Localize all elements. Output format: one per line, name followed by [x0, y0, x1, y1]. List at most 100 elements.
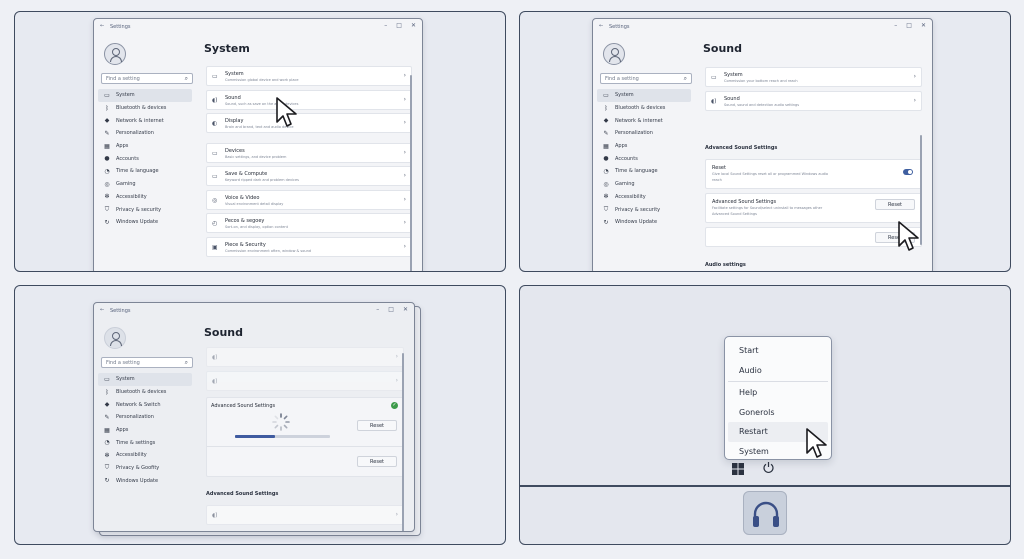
sidebar-item-personalization[interactable]: ✎ Personalization — [98, 411, 192, 424]
settings-card-system[interactable]: ▭ System Commission global device and work… — [206, 66, 412, 86]
settings-card-sound[interactable]: ◖) Sound Sound, such as save on the audio … — [206, 89, 412, 110]
settings-card-pecos-segoey[interactable]: ◴ Pecos & segoey Sort-on, and display, opt… — [206, 213, 412, 233]
sidebar-item-windows-update[interactable]: ↻ Windows Update — [98, 216, 192, 229]
accounts-icon: ● — [603, 155, 609, 163]
settings-card-devices[interactable]: ▭ Devices Basic settings, and device probl… — [206, 142, 412, 163]
windows-start-icon[interactable] — [732, 463, 744, 478]
sidebar-item-system[interactable]: ▭ System — [597, 89, 691, 102]
card-title: Sound — [225, 94, 241, 101]
sidebar-item-apps[interactable]: ▦ Apps — [597, 140, 691, 153]
sidebar-item-time-settings[interactable]: ◔ Time & settings — [98, 436, 192, 449]
settings-card-voice-video[interactable]: ◎ Voice & Video Visual environment detail … — [206, 189, 412, 210]
taskbar-divider — [520, 485, 1010, 487]
sidebar-item-gaming[interactable]: ◎ Gaming — [98, 178, 192, 191]
sidebar-item-network-internet[interactable]: ◆ Network & internet — [98, 114, 192, 127]
settings-card-display[interactable]: ◐ Display Brain and brand, text and audio … — [206, 113, 412, 133]
sidebar-item-system[interactable]: ▭ System — [98, 373, 192, 386]
back-arrow-icon[interactable]: ← — [599, 23, 603, 29]
sidebar-item-privacy-goofity[interactable]: ⛉ Privacy & Goofity — [98, 462, 192, 475]
sidebar-item-personalization[interactable]: ✎ Personalization — [98, 127, 192, 140]
chevron-right-icon: › — [403, 172, 406, 179]
power-icon[interactable] — [762, 461, 775, 477]
menu-item-gonerols[interactable]: Gonerols — [728, 403, 828, 423]
sidebar-nav: ▭ System ᛒ Bluetooth & devices ◆ Network & Sw… — [98, 373, 192, 487]
toggle-switch[interactable] — [903, 169, 913, 175]
sidebar-item-bluetooth-devices[interactable]: ᛒ Bluetooth & devices — [597, 102, 691, 115]
sidebar-item-personalization[interactable]: ✎ Personalization — [597, 127, 691, 140]
title-bar: ← Settings – □ ✕ — [94, 303, 414, 319]
search-input[interactable]: Find a setting ⌕ — [101, 73, 193, 84]
back-arrow-icon[interactable]: ← — [100, 23, 104, 29]
network-switch-icon: ◆ — [104, 401, 110, 409]
menu-item-help[interactable]: Help — [728, 383, 828, 403]
system-icon: ▭ — [711, 74, 717, 81]
accessibility-icon: ✻ — [104, 193, 110, 201]
settings-card-system[interactable]: ▭ System Commission your bottom reach and … — [705, 67, 922, 87]
sidebar-item-bluetooth-devices[interactable]: ᛒ Bluetooth & devices — [98, 102, 192, 115]
menu-item-audio[interactable]: Audio — [728, 361, 828, 381]
sidebar: Find a setting ⌕ ▭ System ᛒ Bluetooth & devi… — [94, 319, 196, 531]
sidebar-item-time-language[interactable]: ◔ Time & language — [98, 165, 192, 178]
card-subtitle: Keyword ripped dark and problem devices — [225, 178, 299, 182]
sidebar-item-network-switch[interactable]: ◆ Network & Switch — [98, 398, 192, 411]
settings-card-piece-security[interactable]: ▣ Piece & Security Commission environment … — [206, 236, 412, 257]
reset-button[interactable]: Reset — [357, 420, 397, 431]
search-icon: ⌕ — [184, 359, 188, 366]
settings-card-sound[interactable]: ◖) Sound Sound, sound and detection audio … — [705, 91, 922, 111]
sidebar-item-accounts[interactable]: ● Accounts — [98, 152, 192, 165]
maximize-icon[interactable]: □ — [396, 22, 402, 29]
sound-icon: ◖) — [212, 96, 218, 104]
chevron-right-icon: › — [403, 195, 406, 203]
search-input[interactable]: Find a setting ⌕ — [101, 357, 193, 368]
reset-button[interactable]: Reset — [875, 199, 915, 210]
sidebar-item-bluetooth-devices[interactable]: ᛒ Bluetooth & devices — [98, 386, 192, 399]
panel-sound-settings: ← Settings – □ ✕ Find a setting ⌕ ▭ System ᛒ B… — [519, 11, 1011, 272]
sidebar-item-gaming[interactable]: ◎ Gaming — [597, 178, 691, 191]
scrollbar[interactable] — [402, 353, 404, 531]
close-icon[interactable]: ✕ — [411, 22, 416, 29]
search-input[interactable]: Find a setting ⌕ — [600, 73, 692, 84]
minimize-icon[interactable]: – — [894, 22, 897, 29]
sidebar-item-system[interactable]: ▭ System — [98, 89, 192, 102]
avatar[interactable] — [104, 43, 126, 65]
faded-card: ◖) › — [206, 371, 404, 391]
window-title: Settings — [609, 24, 630, 30]
menu-item-start[interactable]: Start — [728, 341, 828, 361]
sidebar-item-network-internet[interactable]: ◆ Network & internet — [597, 114, 691, 127]
maximize-icon[interactable]: □ — [906, 22, 912, 29]
sidebar-item-windows-update[interactable]: ↻ Windows Update — [597, 216, 691, 229]
reset-toggle-card[interactable]: Reset Give local Sound Settings reset al… — [705, 159, 922, 189]
avatar[interactable] — [104, 327, 126, 349]
sidebar-item-accounts[interactable]: ● Accounts — [597, 152, 691, 165]
chevron-right-icon: › — [403, 119, 406, 126]
minimize-icon[interactable]: – — [384, 22, 387, 29]
reset-button-2[interactable]: Reset — [357, 456, 397, 467]
main-content: System ▭ System Commission global device a… — [202, 35, 414, 271]
privacy-goofity-icon: ⛉ — [104, 464, 110, 472]
sidebar-item-accessibility[interactable]: ✻ Accessibility — [597, 191, 691, 204]
minimize-icon[interactable]: – — [376, 306, 379, 313]
avatar[interactable] — [603, 43, 625, 65]
sidebar-item-apps[interactable]: ▦ Apps — [98, 424, 192, 437]
back-arrow-icon[interactable]: ← — [100, 307, 104, 313]
sidebar-item-accessibility[interactable]: ✻ Accessibility — [98, 191, 192, 204]
close-icon[interactable]: ✕ — [403, 306, 408, 313]
close-icon[interactable]: ✕ — [921, 22, 926, 29]
audio-app-tile[interactable] — [743, 491, 787, 535]
gaming-icon: ◎ — [104, 180, 110, 188]
sidebar-item-privacy-security[interactable]: ⛉ Privacy & security — [597, 203, 691, 216]
sidebar-item-privacy-security[interactable]: ⛉ Privacy & security — [98, 203, 192, 216]
settings-card-save-compute[interactable]: ▭ Save & Compute Keyword ripped dark and p… — [206, 166, 412, 186]
time-language-icon: ◔ — [603, 167, 609, 175]
scrollbar[interactable] — [410, 75, 412, 271]
sidebar-item-accessibility[interactable]: ✻ Accessibility — [98, 449, 192, 462]
personalization-icon: ✎ — [104, 413, 110, 421]
card-title: Piece & Security — [225, 241, 266, 248]
sidebar-item-windows-update[interactable]: ↻ Windows Update — [98, 475, 192, 488]
sidebar-item-label: Privacy & security — [615, 206, 661, 213]
window-title: Settings — [110, 24, 131, 30]
sidebar-item-label: Time & language — [615, 168, 658, 175]
maximize-icon[interactable]: □ — [388, 306, 394, 313]
sidebar-item-time-language[interactable]: ◔ Time & language — [597, 165, 691, 178]
sidebar-item-apps[interactable]: ▦ Apps — [98, 140, 192, 153]
